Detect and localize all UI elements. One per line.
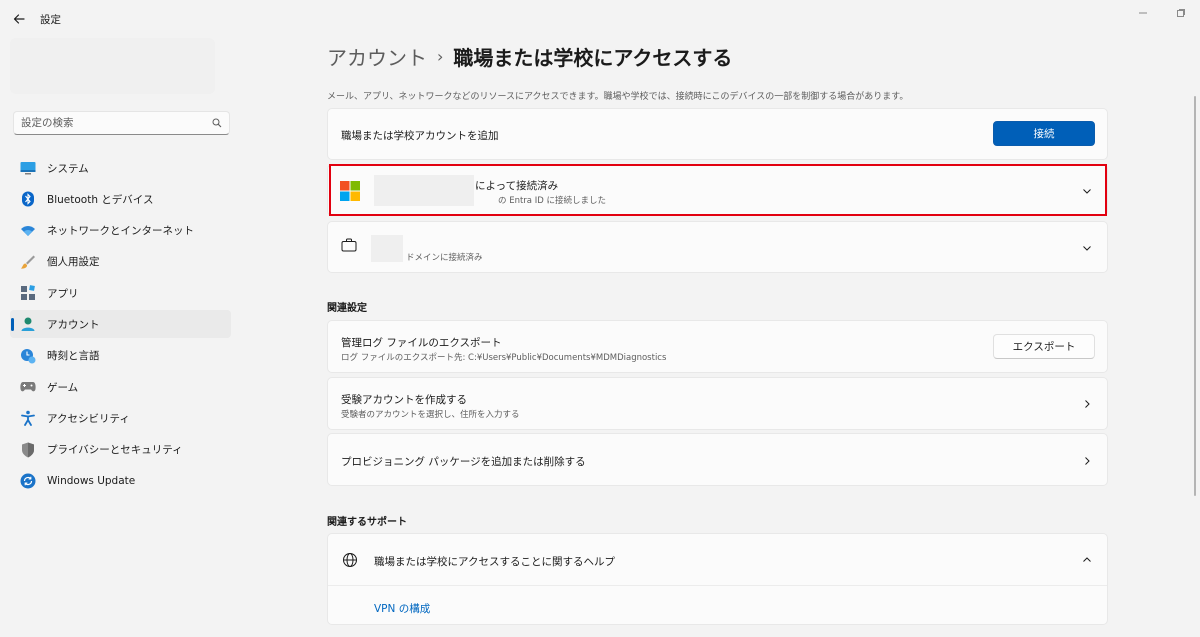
minimize-button[interactable] bbox=[1124, 0, 1162, 26]
add-account-label: 職場または学校アカウントを追加 bbox=[341, 130, 499, 142]
sidebar-item-label: Bluetooth とデバイス bbox=[47, 193, 154, 206]
sidebar-item-label: アクセシビリティ bbox=[47, 412, 130, 425]
minimize-icon bbox=[1139, 12, 1147, 14]
system-icon bbox=[20, 160, 36, 176]
breadcrumb-parent[interactable]: アカウント bbox=[327, 42, 427, 71]
sidebar-item-system[interactable]: システム bbox=[10, 154, 231, 182]
sidebar-item-label: アカウント bbox=[47, 318, 100, 331]
sidebar-item-personalization[interactable]: 個人用設定 bbox=[10, 248, 231, 276]
exam-account-subtitle: 受験者のアカウントを選択し、住所を入力する bbox=[341, 410, 520, 420]
sidebar-item-label: アプリ bbox=[47, 287, 79, 300]
connect-button[interactable]: 接続 bbox=[993, 121, 1095, 146]
app-title: 設定 bbox=[40, 14, 61, 26]
apps-icon bbox=[20, 285, 36, 301]
exam-account-title: 受験アカウントを作成する bbox=[341, 394, 467, 406]
chevron-right-icon[interactable] bbox=[1081, 455, 1093, 467]
chevron-down-icon[interactable] bbox=[1081, 242, 1093, 254]
help-header[interactable]: 職場または学校にアクセスすることに関するヘルプ bbox=[328, 534, 1107, 586]
redacted-domain bbox=[371, 235, 403, 262]
related-support-heading: 関連するサポート bbox=[327, 517, 407, 528]
accessibility-icon bbox=[20, 410, 36, 427]
shield-icon bbox=[20, 442, 36, 458]
windows-update-icon bbox=[20, 473, 36, 489]
sidebar-item-time-language[interactable]: 時刻と言語 bbox=[10, 342, 231, 370]
sidebar-item-apps[interactable]: アプリ bbox=[10, 279, 231, 307]
window-controls bbox=[1124, 0, 1200, 26]
brush-icon bbox=[20, 254, 36, 270]
back-arrow-icon bbox=[13, 14, 25, 24]
search-icon[interactable] bbox=[212, 118, 222, 128]
sidebar-nav: システム Bluetooth とデバイス ネットワークとインターネット 個人用設… bbox=[10, 154, 231, 498]
gamepad-icon bbox=[20, 379, 36, 395]
breadcrumb-separator: › bbox=[437, 47, 444, 66]
domain-account-card[interactable]: ドメインに接続済み bbox=[327, 221, 1108, 273]
sidebar-item-accessibility[interactable]: アクセシビリティ bbox=[10, 404, 231, 432]
help-title: 職場または学校にアクセスすることに関するヘルプ bbox=[374, 556, 615, 568]
sidebar-item-bluetooth[interactable]: Bluetooth とデバイス bbox=[10, 185, 231, 213]
sidebar-item-label: Windows Update bbox=[47, 474, 136, 487]
sidebar-item-label: ネットワークとインターネット bbox=[47, 225, 194, 238]
restore-button[interactable] bbox=[1162, 0, 1200, 26]
restore-icon bbox=[1177, 9, 1185, 17]
settings-search-box[interactable] bbox=[13, 111, 230, 135]
chevron-right-icon[interactable] bbox=[1081, 398, 1093, 410]
time-language-icon bbox=[20, 348, 36, 364]
sidebar-item-privacy[interactable]: プライバシーとセキュリティ bbox=[10, 436, 231, 464]
bluetooth-icon bbox=[20, 191, 36, 207]
sidebar-item-label: 時刻と言語 bbox=[47, 350, 100, 363]
scrollbar[interactable] bbox=[1194, 96, 1196, 496]
domain-account-subtitle: ドメインに接続済み bbox=[406, 253, 483, 263]
related-settings-heading: 関連設定 bbox=[327, 303, 367, 314]
sidebar-item-windows-update[interactable]: Windows Update bbox=[10, 467, 231, 495]
exam-account-card[interactable]: 受験アカウントを作成する 受験者のアカウントを選択し、住所を入力する bbox=[327, 377, 1108, 430]
account-icon bbox=[20, 316, 36, 332]
highlight-box bbox=[329, 164, 1107, 216]
vpn-config-link[interactable]: VPN の構成 bbox=[374, 601, 430, 616]
briefcase-icon bbox=[341, 238, 357, 252]
sidebar-item-label: 個人用設定 bbox=[47, 256, 100, 269]
sidebar-item-label: プライバシーとセキュリティ bbox=[47, 444, 183, 457]
page-title: 職場または学校にアクセスする bbox=[453, 46, 733, 70]
sidebar-item-label: ゲーム bbox=[47, 381, 79, 394]
back-button[interactable] bbox=[8, 8, 30, 30]
provisioning-title: プロビジョニング パッケージを追加または削除する bbox=[341, 456, 586, 468]
chevron-up-icon[interactable] bbox=[1081, 554, 1093, 566]
add-account-card: 職場または学校アカウントを追加 接続 bbox=[327, 108, 1108, 160]
sidebar-item-accounts[interactable]: アカウント bbox=[10, 310, 231, 339]
title-bar: 設定 bbox=[0, 0, 1200, 38]
export-logs-path: ログ ファイルのエクスポート先: C:¥Users¥Public¥Documen… bbox=[341, 353, 667, 363]
export-logs-title: 管理ログ ファイルのエクスポート bbox=[341, 337, 502, 349]
user-profile-area[interactable] bbox=[10, 38, 215, 94]
export-logs-card: 管理ログ ファイルのエクスポート ログ ファイルのエクスポート先: C:¥Use… bbox=[327, 320, 1108, 373]
search-input[interactable] bbox=[21, 117, 212, 129]
breadcrumb: アカウント › 職場または学校にアクセスする bbox=[327, 42, 732, 71]
globe-icon bbox=[343, 553, 357, 567]
sidebar-item-label: システム bbox=[47, 162, 89, 175]
sidebar-item-network[interactable]: ネットワークとインターネット bbox=[10, 217, 231, 245]
page-description: メール、アプリ、ネットワークなどのリソースにアクセスできます。職場や学校では、接… bbox=[327, 92, 909, 102]
help-card: 職場または学校にアクセスすることに関するヘルプ VPN の構成 bbox=[327, 533, 1108, 625]
sidebar-item-gaming[interactable]: ゲーム bbox=[10, 373, 231, 401]
export-button[interactable]: エクスポート bbox=[993, 334, 1095, 359]
provisioning-card[interactable]: プロビジョニング パッケージを追加または削除する bbox=[327, 433, 1108, 486]
wifi-icon bbox=[20, 223, 36, 239]
